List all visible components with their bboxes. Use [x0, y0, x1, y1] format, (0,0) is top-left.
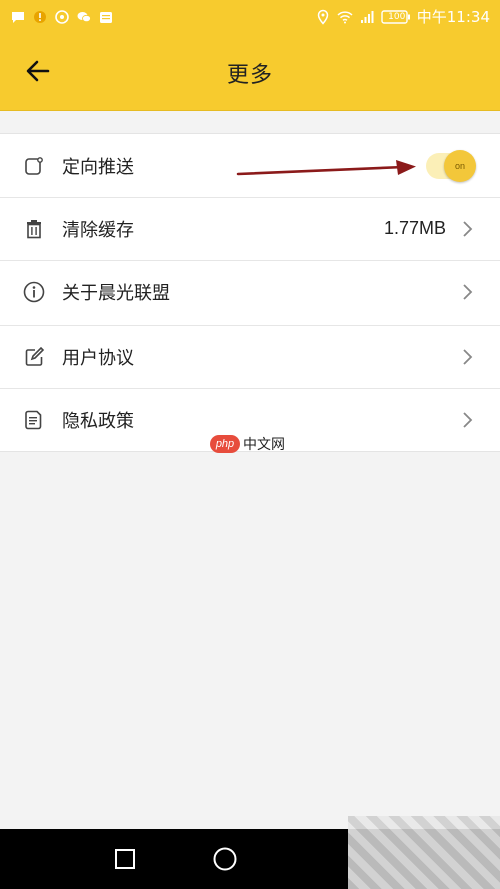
clear-cache-label: 清除缓存	[62, 219, 134, 241]
edit-icon	[22, 345, 46, 369]
settings-list: 定向推送 on 清除缓存 1.77MB 关于晨光联盟 用户协议 隐私政策	[0, 133, 500, 452]
cache-size: 1.77MB	[383, 218, 446, 238]
privacy-policy-label: 隐私政策	[62, 410, 134, 432]
wechat-icon	[76, 9, 92, 25]
chat-bubble-icon	[10, 9, 26, 25]
annotation-arrow	[236, 160, 416, 176]
about-label: 关于晨光联盟	[62, 282, 170, 304]
toggle-state-text: on	[454, 160, 465, 171]
status-bar: 100 中午11:34	[0, 0, 500, 33]
recent-apps-button[interactable]	[110, 844, 140, 874]
watermark: php 中文网	[210, 434, 285, 454]
warning-icon	[32, 9, 48, 25]
home-button[interactable]	[210, 844, 240, 874]
screen: 100 中午11:34 更多 定向推送 on 清除缓存 1.77MB 关于晨光联…	[0, 0, 500, 889]
chevron-right-icon	[462, 283, 474, 301]
watermark-text: 中文网	[243, 437, 285, 453]
system-icons: 100 中午11:34	[315, 6, 490, 27]
square-icon	[115, 849, 135, 869]
bell-square-icon	[22, 154, 46, 178]
chevron-right-icon	[462, 411, 474, 429]
chevron-right-icon	[462, 220, 474, 238]
blurred-region	[348, 816, 500, 889]
calendar-icon	[98, 9, 114, 25]
info-icon	[22, 280, 46, 304]
location-icon	[315, 9, 331, 25]
notification-icons	[10, 9, 114, 25]
toggle-knob: on	[444, 149, 476, 182]
push-toggle[interactable]: on	[426, 149, 476, 182]
circle-icon	[213, 847, 237, 871]
app-header: 更多	[0, 33, 500, 111]
signal-icon	[359, 9, 375, 25]
list-item-about[interactable]: 关于晨光联盟	[0, 260, 500, 323]
aperture-icon	[54, 9, 70, 25]
list-item-user-agreement[interactable]: 用户协议	[0, 325, 500, 388]
document-icon	[22, 408, 46, 432]
watermark-logo: php	[210, 435, 240, 453]
wifi-icon	[337, 9, 353, 25]
user-agreement-label: 用户协议	[62, 347, 134, 369]
battery-level: 100	[388, 11, 406, 22]
chevron-right-icon	[462, 348, 474, 366]
list-item-clear-cache[interactable]: 清除缓存 1.77MB	[0, 197, 500, 260]
page-title: 更多	[226, 63, 273, 88]
status-time: 中午11:34	[416, 8, 490, 26]
trash-icon	[22, 217, 46, 241]
